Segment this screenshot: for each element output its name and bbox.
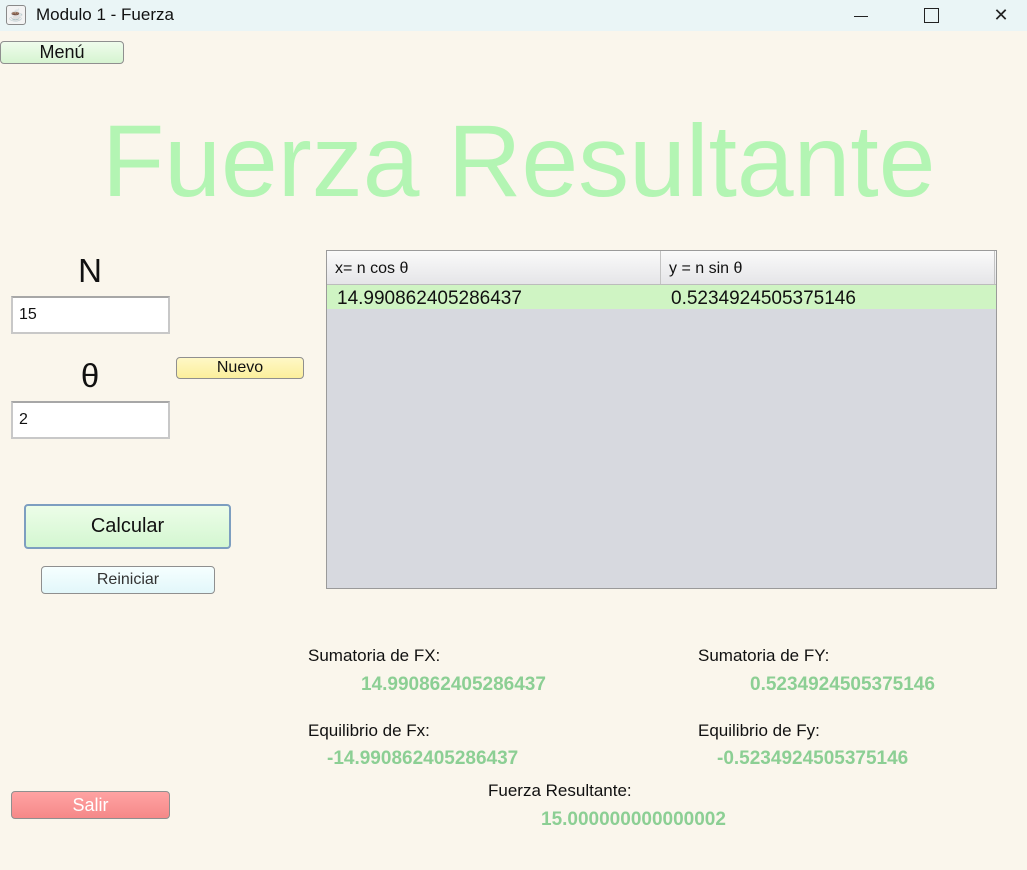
maximize-button[interactable] — [908, 0, 954, 31]
window-title: Modulo 1 - Fuerza — [36, 5, 174, 24]
menu-button[interactable]: Menú — [0, 41, 124, 64]
title-bar: ☕ Modulo 1 - Fuerza ✕ — [0, 0, 1027, 31]
page-title: Fuerza Resultante — [102, 104, 936, 218]
resultant-value: 15.000000000000002 — [541, 809, 726, 830]
table-header: x= n cos θ y = n sin θ — [327, 251, 996, 285]
calcular-button[interactable]: Calcular — [24, 504, 231, 549]
n-label: N — [78, 252, 102, 289]
table-cell-y[interactable]: 0.5234924505375146 — [661, 285, 995, 309]
table-cell-x[interactable]: 14.990862405286437 — [327, 285, 661, 309]
sum-fx-label: Sumatoria de FX: — [308, 646, 441, 665]
salir-button[interactable]: Salir — [11, 791, 170, 819]
eq-fx-value: -14.990862405286437 — [327, 748, 519, 769]
n-input[interactable]: 15 — [11, 296, 170, 334]
theta-input[interactable]: 2 — [11, 401, 170, 439]
column-header-y[interactable]: y = n sin θ — [661, 251, 995, 284]
theta-label: θ — [80, 357, 100, 394]
nuevo-button[interactable]: Nuevo — [176, 357, 304, 379]
resultant-label: Fuerza Resultante: — [488, 781, 632, 800]
minimize-icon — [854, 16, 868, 17]
sum-fy-value: 0.5234924505375146 — [750, 674, 935, 695]
eq-fy-label: Equilibrio de Fy: — [698, 721, 820, 740]
column-header-x[interactable]: x= n cos θ — [327, 251, 661, 284]
sum-fy-label: Sumatoria de FY: — [698, 646, 830, 665]
reiniciar-button[interactable]: Reiniciar — [41, 566, 215, 594]
minimize-button[interactable] — [838, 0, 884, 31]
close-button[interactable]: ✕ — [978, 0, 1024, 31]
java-cup-icon: ☕ — [6, 5, 26, 25]
sum-fx-value: 14.990862405286437 — [361, 674, 546, 695]
table-row[interactable]: 14.990862405286437 0.5234924505375146 — [327, 285, 996, 309]
eq-fy-value: -0.5234924505375146 — [717, 748, 909, 769]
maximize-icon — [923, 8, 939, 23]
eq-fx-label: Equilibrio de Fx: — [308, 721, 430, 740]
components-table[interactable]: x= n cos θ y = n sin θ 14.99086240528643… — [326, 250, 997, 589]
